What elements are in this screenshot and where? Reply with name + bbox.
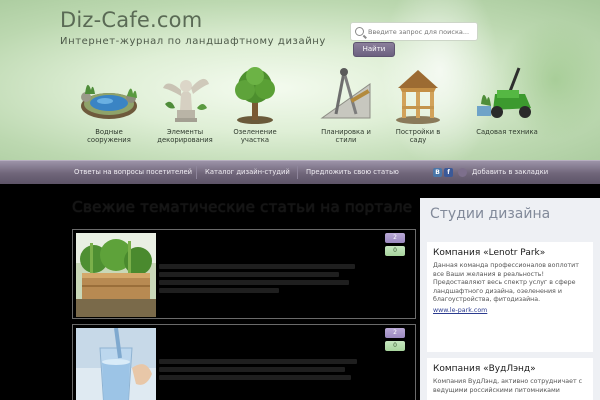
category-garden-buildings[interactable]: Постройки в саду bbox=[378, 64, 458, 144]
article-excerpt-blurred bbox=[159, 264, 359, 296]
search-input[interactable] bbox=[368, 27, 476, 36]
site-tagline: Интернет-журнал по ландшафтному дизайну bbox=[60, 36, 326, 47]
studio-card: Компания «Lenotr Park» Данная команда пр… bbox=[427, 242, 593, 352]
drafting-tools-icon bbox=[314, 64, 378, 126]
studio-card-link[interactable]: www.le-park.com bbox=[427, 305, 593, 320]
tree-icon bbox=[223, 64, 287, 126]
category-landscaping[interactable]: Озеленение участка bbox=[215, 64, 295, 144]
category-decor-elements[interactable]: Элементы декорирования bbox=[145, 64, 225, 144]
article-excerpt-blurred bbox=[159, 359, 359, 383]
article-card[interactable]: 2 0 bbox=[72, 324, 416, 400]
bookmark-icon[interactable] bbox=[458, 168, 467, 177]
facebook-icon[interactable]: f bbox=[444, 168, 453, 177]
statue-icon bbox=[153, 64, 217, 126]
page-title: Свежие тематические статьи на портале bbox=[72, 198, 413, 216]
nav-divider bbox=[196, 166, 197, 179]
nav-divider bbox=[297, 166, 298, 179]
category-label: Водные сооружения bbox=[87, 128, 131, 144]
nav-link-submit-article[interactable]: Предложить свою статью bbox=[306, 168, 399, 176]
comments-count-badge[interactable]: 0 bbox=[385, 341, 405, 351]
vk-icon[interactable]: В bbox=[433, 168, 442, 177]
top-nav-bar: Ответы на вопросы посетителей Каталог ди… bbox=[0, 160, 600, 184]
search-button[interactable]: Найти bbox=[353, 42, 395, 57]
studio-card-description: Данная команда профессионалов воплотит в… bbox=[433, 262, 579, 304]
article-card[interactable]: 2 0 bbox=[72, 229, 416, 319]
studio-card-description: Компания ВудЛэнд, активно сотрудничает с… bbox=[433, 378, 583, 394]
category-planning-styles[interactable]: Планировка и стили bbox=[306, 64, 386, 144]
search-field[interactable] bbox=[350, 22, 478, 41]
lawn-mower-icon bbox=[475, 64, 539, 126]
category-label: Элементы декорирования bbox=[157, 128, 213, 144]
category-label: Планировка и стили bbox=[321, 128, 371, 144]
category-label: Озеленение участка bbox=[233, 128, 277, 144]
nav-link-visitor-questions[interactable]: Ответы на вопросы посетителей bbox=[74, 168, 192, 176]
studio-card-title[interactable]: Компания «Lenotr Park» bbox=[427, 242, 593, 262]
category-garden-machinery[interactable]: Садовая техника bbox=[467, 64, 547, 136]
site-logo[interactable]: Diz-Cafe.com bbox=[60, 8, 202, 32]
category-label: Постройки в саду bbox=[395, 128, 441, 144]
studio-card: Компания «ВудЛэнд» Компания ВудЛэнд, акт… bbox=[427, 358, 593, 400]
comments-count-badge[interactable]: 0 bbox=[385, 246, 405, 256]
gazebo-icon bbox=[386, 64, 450, 126]
article-thumbnail[interactable] bbox=[76, 233, 156, 317]
nav-link-studio-catalog[interactable]: Каталог дизайн-студий bbox=[205, 168, 290, 176]
sidebar-title: Студии дизайна bbox=[430, 206, 551, 222]
category-water-features[interactable]: Водные сооружения bbox=[69, 64, 149, 144]
article-thumbnail[interactable] bbox=[76, 328, 156, 400]
pond-icon bbox=[77, 64, 141, 126]
category-label: Садовая техника bbox=[476, 128, 538, 136]
search-icon bbox=[355, 27, 364, 36]
site-header: Diz-Cafe.com Интернет-журнал по ландшафт… bbox=[0, 0, 600, 160]
sidebar-design-studios: Студии дизайна Компания «Lenotr Park» Да… bbox=[420, 198, 600, 400]
views-count-badge: 2 bbox=[385, 233, 405, 243]
studio-card-title[interactable]: Компания «ВудЛэнд» bbox=[427, 358, 593, 378]
add-bookmark-link[interactable]: Добавить в закладки bbox=[472, 168, 548, 176]
views-count-badge: 2 bbox=[385, 328, 405, 338]
